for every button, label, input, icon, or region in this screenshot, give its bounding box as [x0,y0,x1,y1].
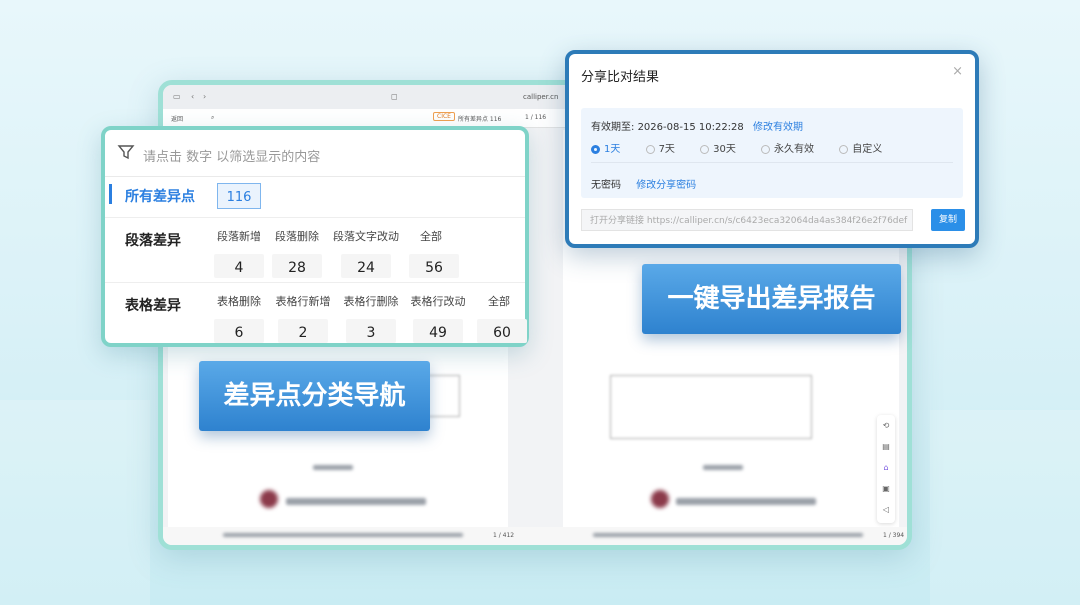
document-icon[interactable]: ▤ [877,436,895,457]
table-row-added-cell[interactable]: 表格行新增 2 [273,293,333,343]
refresh-icon[interactable]: ⟲ [877,415,895,436]
save-icon[interactable]: ▣ [877,478,895,499]
expiry-line: 有效期至: 2026-08-15 10:22:28 修改有效期 [591,118,803,133]
close-icon[interactable]: × [952,64,963,79]
table-deleted-cell[interactable]: 表格删除 6 [213,293,265,343]
company-logo [651,490,669,508]
radio-icon [839,144,849,154]
blurred-text [703,465,743,470]
password-line: 无密码 修改分享密码 [591,176,696,191]
password-status: 无密码 [591,180,621,191]
radio-icon [761,144,771,154]
table-all-cell[interactable]: 全部 60 [477,293,527,343]
search-icon[interactable]: ⌕ [211,114,214,122]
modify-expiry-link[interactable]: 修改有效期 [753,122,803,133]
table-diff-row: 表格差异 表格删除 6 表格行新增 2 表格行删除 3 表格行改动 49 全部 … [105,283,527,347]
background-tile [930,410,1080,605]
expiry-options: 1天 7天 30天 永久有效 自定义 [591,140,904,155]
nav-feature-banner: 差异点分类导航 [199,361,430,431]
all-diff-row: 所有差异点 116 [105,177,525,218]
table-row-changed-cell[interactable]: 表格行改动 49 [407,293,469,343]
volume-icon[interactable]: ◁ [877,499,895,520]
all-diff-label: 所有差异点 [125,189,195,205]
blurred-text [676,498,816,505]
back-arrow-icon[interactable]: ‹ [191,92,194,101]
blurred-text [313,465,353,470]
expiry-label: 有效期至: [591,122,635,133]
para-added-cell[interactable]: 段落新增 4 [213,228,265,278]
sidebar-toggle-icon[interactable]: ▭ [173,92,181,101]
filter-hint: 请点击 数字 以筛选显示的内容 [143,150,321,165]
blurred-text [593,533,863,537]
export-feature-banner: 一键导出差异报告 [642,264,901,334]
right-page-indicator: 1 / 394 [883,532,905,539]
blurred-text [223,533,463,537]
expiry-value: 2026-08-15 10:22:28 [637,122,744,133]
paragraph-diff-label: 段落差异 [125,233,181,249]
blurred-text [286,498,426,505]
background-tile [0,400,150,605]
divider [591,162,953,163]
radio-icon [591,144,600,154]
table-diff-label: 表格差异 [125,298,181,314]
share-settings-box: 有效期至: 2026-08-15 10:22:28 修改有效期 1天 7天 30… [581,108,963,198]
option-1-day[interactable]: 1天 [591,140,620,155]
status-bar: 1 / 412 1 / 394 [163,527,907,545]
modify-password-link[interactable]: 修改分享密码 [636,180,696,191]
shield-icon: ◻ [391,92,398,101]
all-diff-count[interactable]: 116 [217,183,261,209]
address-bar[interactable]: calliper.cn [523,93,558,101]
option-30-days[interactable]: 30天 [700,140,736,155]
para-deleted-cell[interactable]: 段落删除 28 [271,228,323,278]
blurred-table [610,375,812,439]
forward-arrow-icon[interactable]: › [203,92,206,101]
company-logo [260,490,278,508]
back-button[interactable]: 返回 [171,114,183,123]
side-toolbar: ⟲ ▤ ⌂ ▣ ◁ [877,415,895,523]
option-custom[interactable]: 自定义 [839,140,882,155]
option-7-days[interactable]: 7天 [645,140,675,155]
share-link-field[interactable]: 打开分享链接 https://calliper.cn/s/c6423eca320… [581,209,913,231]
dialog-title: 分享比对结果 [581,70,660,85]
radio-icon [700,144,710,154]
left-page-indicator: 1 / 412 [493,532,515,539]
copy-button[interactable]: 复制 [931,209,965,231]
filter-search: 请点击 数字 以筛选显示的内容 [105,130,525,177]
diff-filter-panel: 请点击 数字 以筛选显示的内容 所有差异点 116 段落差异 段落新增 4 段落… [101,126,529,347]
para-text-changed-cell[interactable]: 段落文字改动 24 [331,228,401,278]
active-indicator [109,184,112,204]
toolbar-page-indicator: 1 / 116 [525,114,547,121]
share-result-dialog: 分享比对结果 × 有效期至: 2026-08-15 10:22:28 修改有效期… [565,50,979,248]
radio-icon [645,144,655,154]
filter-icon [117,145,135,160]
doc-tag: CICE [433,112,455,121]
para-all-cell[interactable]: 全部 56 [409,228,459,278]
home-icon[interactable]: ⌂ [877,457,895,478]
table-row-deleted-cell[interactable]: 表格行删除 3 [341,293,401,343]
diff-count-button[interactable]: 所有差异点 116 [458,114,501,123]
option-permanent[interactable]: 永久有效 [761,140,814,155]
paragraph-diff-row: 段落差异 段落新增 4 段落删除 28 段落文字改动 24 全部 56 [105,218,525,283]
